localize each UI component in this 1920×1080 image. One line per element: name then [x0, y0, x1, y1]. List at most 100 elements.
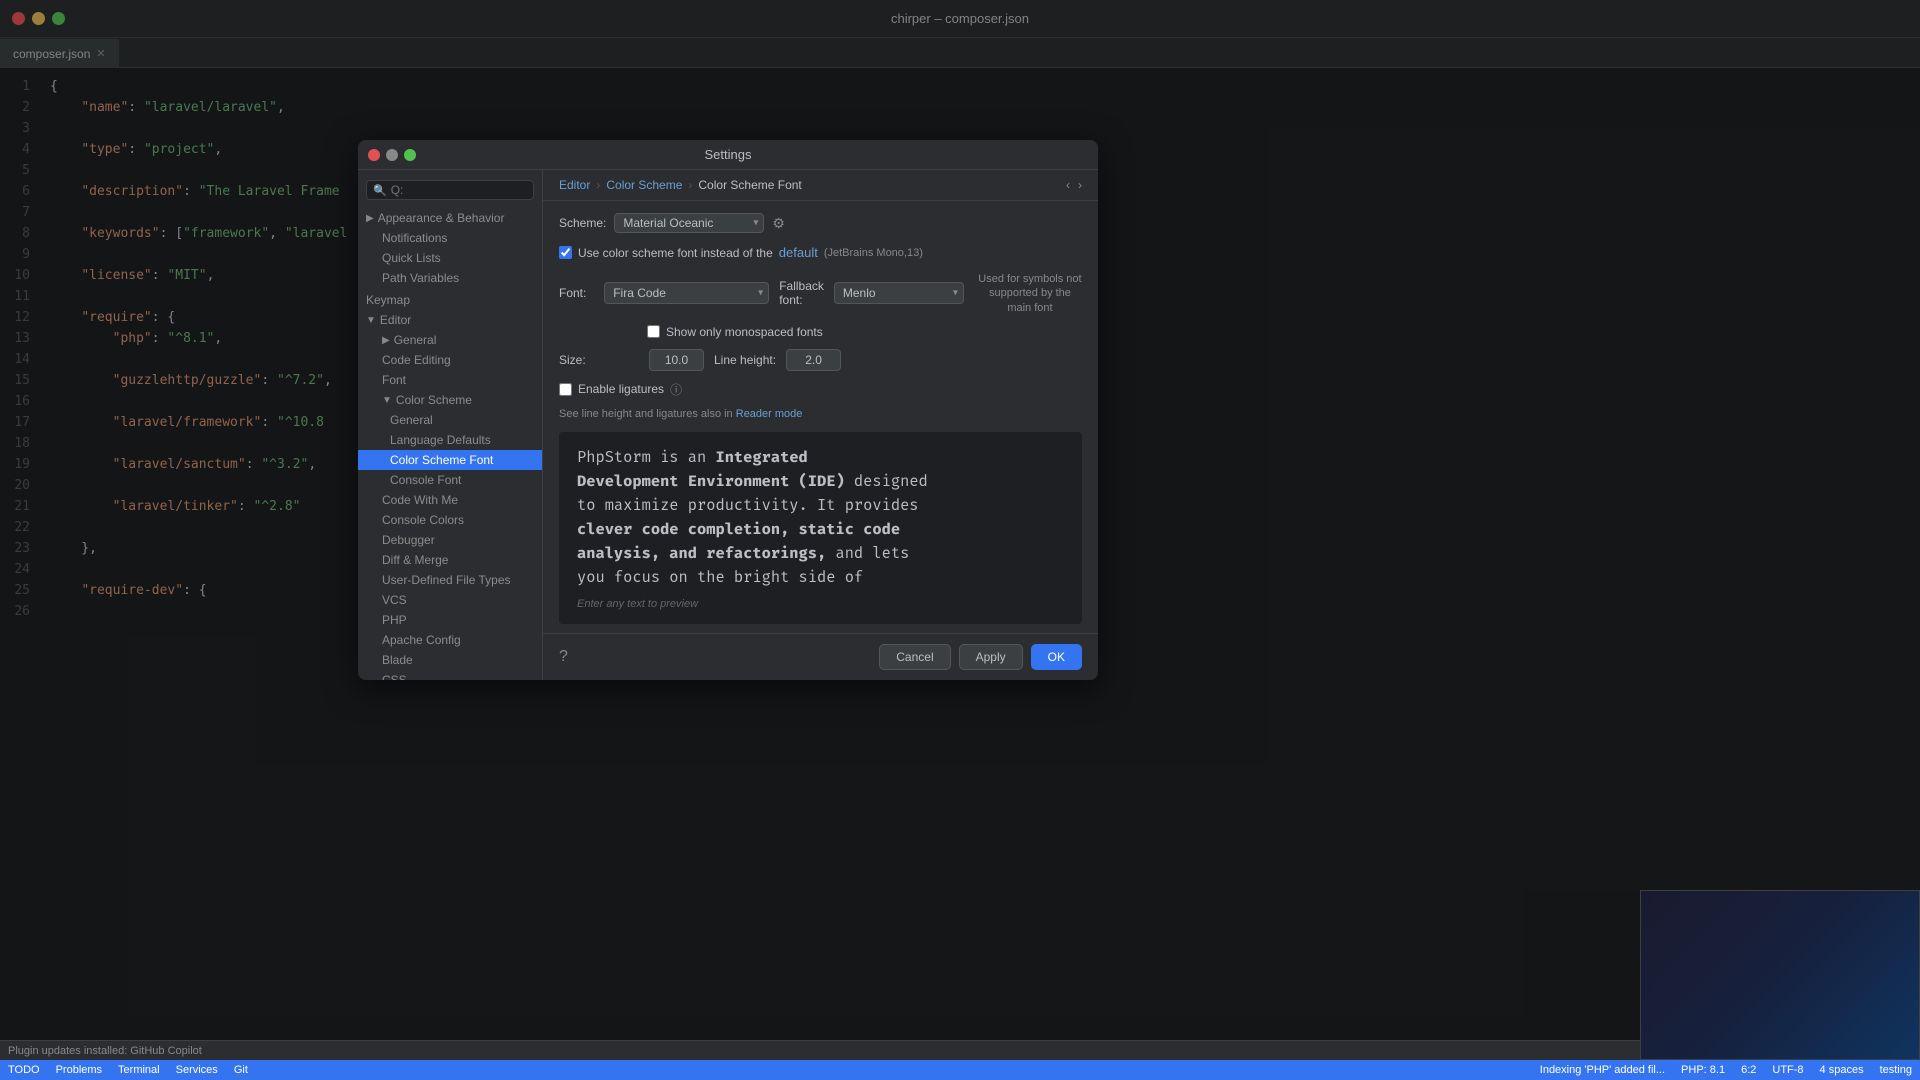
sidebar-item-php[interactable]: PHP [358, 610, 542, 630]
sidebar-item-label: Console Font [390, 473, 461, 487]
content-main: Scheme: Material Oceanic ⚙ Use color sch… [543, 201, 1098, 633]
dialog-close-button[interactable] [368, 149, 380, 161]
gear-icon[interactable]: ⚙ [772, 215, 785, 232]
sidebar-item-console-colors[interactable]: Console Colors [358, 510, 542, 530]
sidebar-item-label: Blade [382, 653, 413, 667]
dialog-window-controls [368, 149, 416, 161]
help-ligatures-icon[interactable]: ⓘ [670, 381, 682, 398]
reader-mode-hint-row: See line height and ligatures also in Re… [559, 408, 1082, 420]
preview-enter-hint[interactable]: Enter any text to preview [577, 598, 1064, 610]
settings-content: Editor › Color Scheme › Color Scheme Fon… [543, 170, 1098, 680]
sidebar-item-appearance[interactable]: Appearance & Behavior [358, 208, 542, 228]
sidebar-item-path-variables[interactable]: Path Variables [358, 268, 542, 288]
status-services[interactable]: Services [176, 1064, 218, 1076]
breadcrumb: Editor › Color Scheme › Color Scheme Fon… [543, 170, 1098, 201]
sidebar-item-font[interactable]: Font [358, 370, 542, 390]
line-height-input[interactable] [786, 349, 841, 371]
sidebar-item-vcs[interactable]: VCS [358, 590, 542, 610]
default-hint: (JetBrains Mono,13) [824, 247, 923, 259]
sidebar-item-editor[interactable]: Editor [358, 310, 542, 330]
reader-mode-link[interactable]: Reader mode [736, 408, 803, 420]
help-button[interactable]: ? [559, 648, 568, 666]
sidebar-item-label: Code Editing [382, 353, 451, 367]
monospaced-checkbox[interactable] [647, 325, 660, 338]
sidebar-item-debugger[interactable]: Debugger [358, 530, 542, 550]
ligatures-checkbox[interactable] [559, 383, 572, 396]
sidebar-item-label: User-Defined File Types [382, 573, 511, 587]
nav-back-icon[interactable]: ‹ [1066, 178, 1070, 192]
sidebar-item-color-scheme-font[interactable]: Color Scheme Font [358, 450, 542, 470]
scheme-select[interactable]: Material Oceanic [614, 213, 764, 233]
sidebar-item-label: Language Defaults [390, 433, 491, 447]
sidebar-item-cs-general[interactable]: General [358, 410, 542, 430]
status-line-col[interactable]: 6:2 [1741, 1064, 1756, 1076]
ok-button[interactable]: OK [1031, 644, 1082, 670]
sidebar-item-code-editing[interactable]: Code Editing [358, 350, 542, 370]
webcam-box [1640, 890, 1920, 1060]
settings-dialog: Settings 🔍 Appearance & Behavior Notific… [358, 140, 1098, 680]
sidebar-item-label: Keymap [366, 293, 410, 307]
sidebar-item-label: PHP [382, 613, 407, 627]
preview-box: PhpStorm is an Integrated Development En… [559, 432, 1082, 624]
default-link[interactable]: default [779, 245, 818, 260]
sidebar-item-blade[interactable]: Blade [358, 650, 542, 670]
search-box[interactable]: 🔍 [366, 180, 534, 200]
sidebar-item-apache-config[interactable]: Apache Config [358, 630, 542, 650]
sidebar-item-notifications[interactable]: Notifications [358, 228, 542, 248]
font-select[interactable]: Fira Code [604, 282, 769, 304]
apply-button[interactable]: Apply [959, 644, 1023, 670]
font-select-wrap: Fira Code [604, 282, 769, 304]
status-spaces[interactable]: 4 spaces [1820, 1064, 1864, 1076]
dialog-footer: ? Cancel Apply OK [543, 633, 1098, 680]
sidebar-item-console-font[interactable]: Console Font [358, 470, 542, 490]
fallback-font-label: Fallback font: [779, 279, 824, 307]
use-color-scheme-label: Use color scheme font instead of the [578, 246, 773, 260]
status-branch[interactable]: testing [1880, 1064, 1912, 1076]
status-terminal[interactable]: Terminal [118, 1064, 160, 1076]
sidebar-item-label: Color Scheme [396, 393, 472, 407]
breadcrumb-color-scheme[interactable]: Color Scheme [606, 178, 682, 192]
sidebar-item-quick-lists[interactable]: Quick Lists [358, 248, 542, 268]
sidebar-item-label: Color Scheme Font [390, 453, 493, 467]
nav-forward-icon[interactable]: › [1078, 178, 1082, 192]
status-git[interactable]: Git [234, 1064, 248, 1076]
sidebar-item-code-with-me[interactable]: Code With Me [358, 490, 542, 510]
sidebar-item-label: Code With Me [382, 493, 458, 507]
sidebar-item-language-defaults[interactable]: Language Defaults [358, 430, 542, 450]
ligature-row: Enable ligatures ⓘ [559, 381, 1082, 398]
sidebar-item-label: Quick Lists [382, 251, 441, 265]
sidebar-item-label: Apache Config [382, 633, 461, 647]
use-color-scheme-checkbox[interactable] [559, 246, 572, 259]
reader-mode-hint-text: See line height and ligatures also in [559, 408, 733, 420]
scheme-row: Scheme: Material Oceanic ⚙ [559, 213, 1082, 233]
sidebar-item-label: General [390, 413, 433, 427]
sidebar-item-label: Diff & Merge [382, 553, 448, 567]
sidebar-item-general[interactable]: General [358, 330, 542, 350]
status-right: Indexing 'PHP' added fil... PHP: 8.1 6:2… [1540, 1064, 1912, 1076]
status-todo[interactable]: TODO [8, 1064, 40, 1076]
chevron-right-icon [366, 213, 374, 224]
cancel-button[interactable]: Cancel [879, 644, 950, 670]
preview-text: PhpStorm is an Integrated Development En… [577, 446, 1064, 590]
sidebar-item-label: VCS [382, 593, 407, 607]
breadcrumb-sep2: › [688, 178, 692, 192]
sidebar-item-diff-merge[interactable]: Diff & Merge [358, 550, 542, 570]
sidebar-item-label: Font [382, 373, 406, 387]
status-php[interactable]: PHP: 8.1 [1681, 1064, 1725, 1076]
sidebar-item-css[interactable]: CSS [358, 670, 542, 680]
sidebar-item-label: Debugger [382, 533, 435, 547]
sidebar-item-label: Notifications [382, 231, 447, 245]
fallback-select-wrap: Menlo [834, 282, 964, 304]
search-input[interactable] [391, 183, 527, 197]
size-input[interactable] [649, 349, 704, 371]
sidebar-item-color-scheme[interactable]: Color Scheme [358, 390, 542, 410]
sidebar-item-user-defined-file-types[interactable]: User-Defined File Types [358, 570, 542, 590]
line-height-label: Line height: [714, 353, 776, 367]
chevron-right-icon [382, 335, 390, 346]
sidebar-item-keymap[interactable]: Keymap [358, 290, 542, 310]
status-encoding[interactable]: UTF-8 [1772, 1064, 1803, 1076]
sidebar-item-label: Console Colors [382, 513, 464, 527]
status-problems[interactable]: Problems [56, 1064, 102, 1076]
breadcrumb-editor[interactable]: Editor [559, 178, 590, 192]
fallback-font-select[interactable]: Menlo [834, 282, 964, 304]
